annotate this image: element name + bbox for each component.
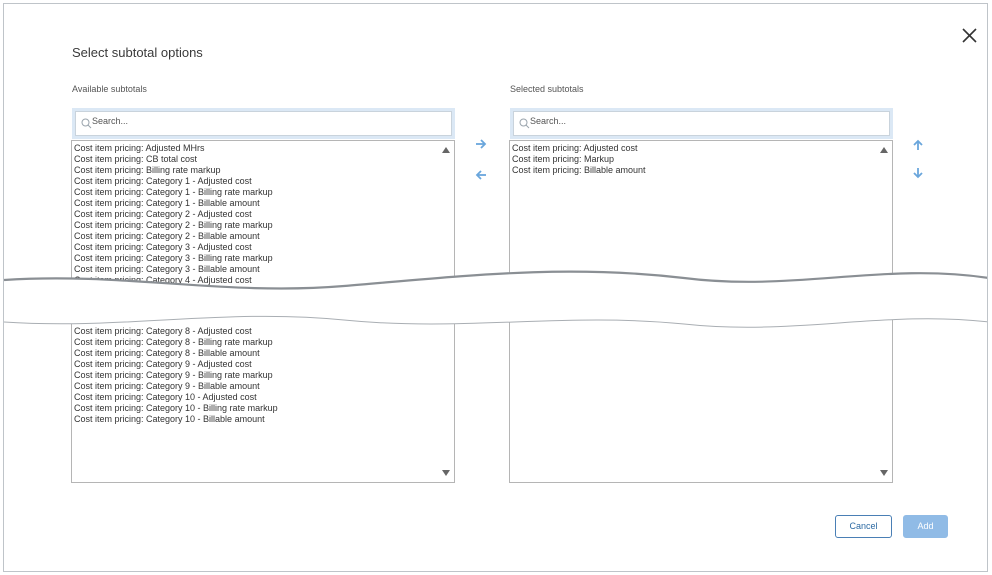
available-search-placeholder: Search... [92, 116, 129, 126]
list-item[interactable]: Cost item pricing: Category 3 - Billing … [74, 253, 273, 264]
list-item[interactable]: Cost item pricing: Adjusted cost [512, 143, 638, 154]
arrow-right-icon[interactable] [474, 137, 488, 151]
selected-subtotals-label: Selected subtotals [510, 84, 584, 94]
list-item[interactable]: Cost item pricing: Adjusted MHrs [74, 143, 205, 154]
selected-search-input[interactable]: Search... [513, 111, 890, 136]
scroll-up-icon[interactable] [442, 147, 450, 153]
list-item[interactable]: Cost item pricing: Category 9 - Billing … [74, 370, 273, 381]
available-search-input[interactable]: Search... [75, 111, 452, 136]
list-item[interactable]: Cost item pricing: Category 1 - Billable… [74, 198, 260, 209]
scroll-up-icon[interactable] [880, 147, 888, 153]
select-subtotal-dialog: Select subtotal options Available subtot… [3, 3, 988, 572]
cancel-button[interactable]: Cancel [835, 515, 892, 538]
list-item[interactable]: Cost item pricing: Category 8 - Billable… [74, 348, 260, 359]
available-subtotals-label: Available subtotals [72, 84, 147, 94]
list-item[interactable]: Cost item pricing: Category 10 - Adjuste… [74, 392, 257, 403]
list-item[interactable]: Cost item pricing: Markup [512, 154, 614, 165]
list-item[interactable]: Cost item pricing: Category 9 - Adjusted… [74, 359, 252, 370]
selected-search-placeholder: Search... [530, 116, 567, 126]
list-item[interactable]: Cost item pricing: Category 3 - Adjusted… [74, 242, 252, 253]
torn-edge-overlay [4, 270, 987, 328]
list-item[interactable]: Cost item pricing: Category 8 - Billing … [74, 337, 273, 348]
list-item[interactable]: Cost item pricing: Category 2 - Billing … [74, 220, 273, 231]
arrow-left-icon[interactable] [474, 168, 488, 182]
list-item[interactable]: Cost item pricing: Category 1 - Adjusted… [74, 176, 252, 187]
list-item[interactable]: Cost item pricing: Category 2 - Billable… [74, 231, 260, 242]
search-icon [519, 118, 530, 129]
close-icon[interactable] [960, 26, 980, 46]
list-item[interactable]: Cost item pricing: Category 1 - Billing … [74, 187, 273, 198]
dialog-title: Select subtotal options [72, 45, 203, 60]
scroll-down-icon[interactable] [880, 470, 888, 476]
list-item[interactable]: Cost item pricing: Billing rate markup [74, 165, 221, 176]
selected-search-frame: Search... [510, 108, 893, 139]
list-item[interactable]: Cost item pricing: Category 10 - Billing… [74, 403, 278, 414]
list-item[interactable]: Cost item pricing: Category 2 - Adjusted… [74, 209, 252, 220]
search-icon [81, 118, 92, 129]
arrow-down-icon[interactable] [911, 166, 925, 180]
list-item[interactable]: Cost item pricing: CB total cost [74, 154, 197, 165]
available-search-frame: Search... [72, 108, 455, 139]
list-item[interactable]: Cost item pricing: Category 10 - Billabl… [74, 414, 265, 425]
list-item[interactable]: Cost item pricing: Billable amount [512, 165, 646, 176]
add-button[interactable]: Add [903, 515, 948, 538]
list-item[interactable]: Cost item pricing: Category 9 - Billable… [74, 381, 260, 392]
scroll-down-icon[interactable] [442, 470, 450, 476]
arrow-up-icon[interactable] [911, 138, 925, 152]
